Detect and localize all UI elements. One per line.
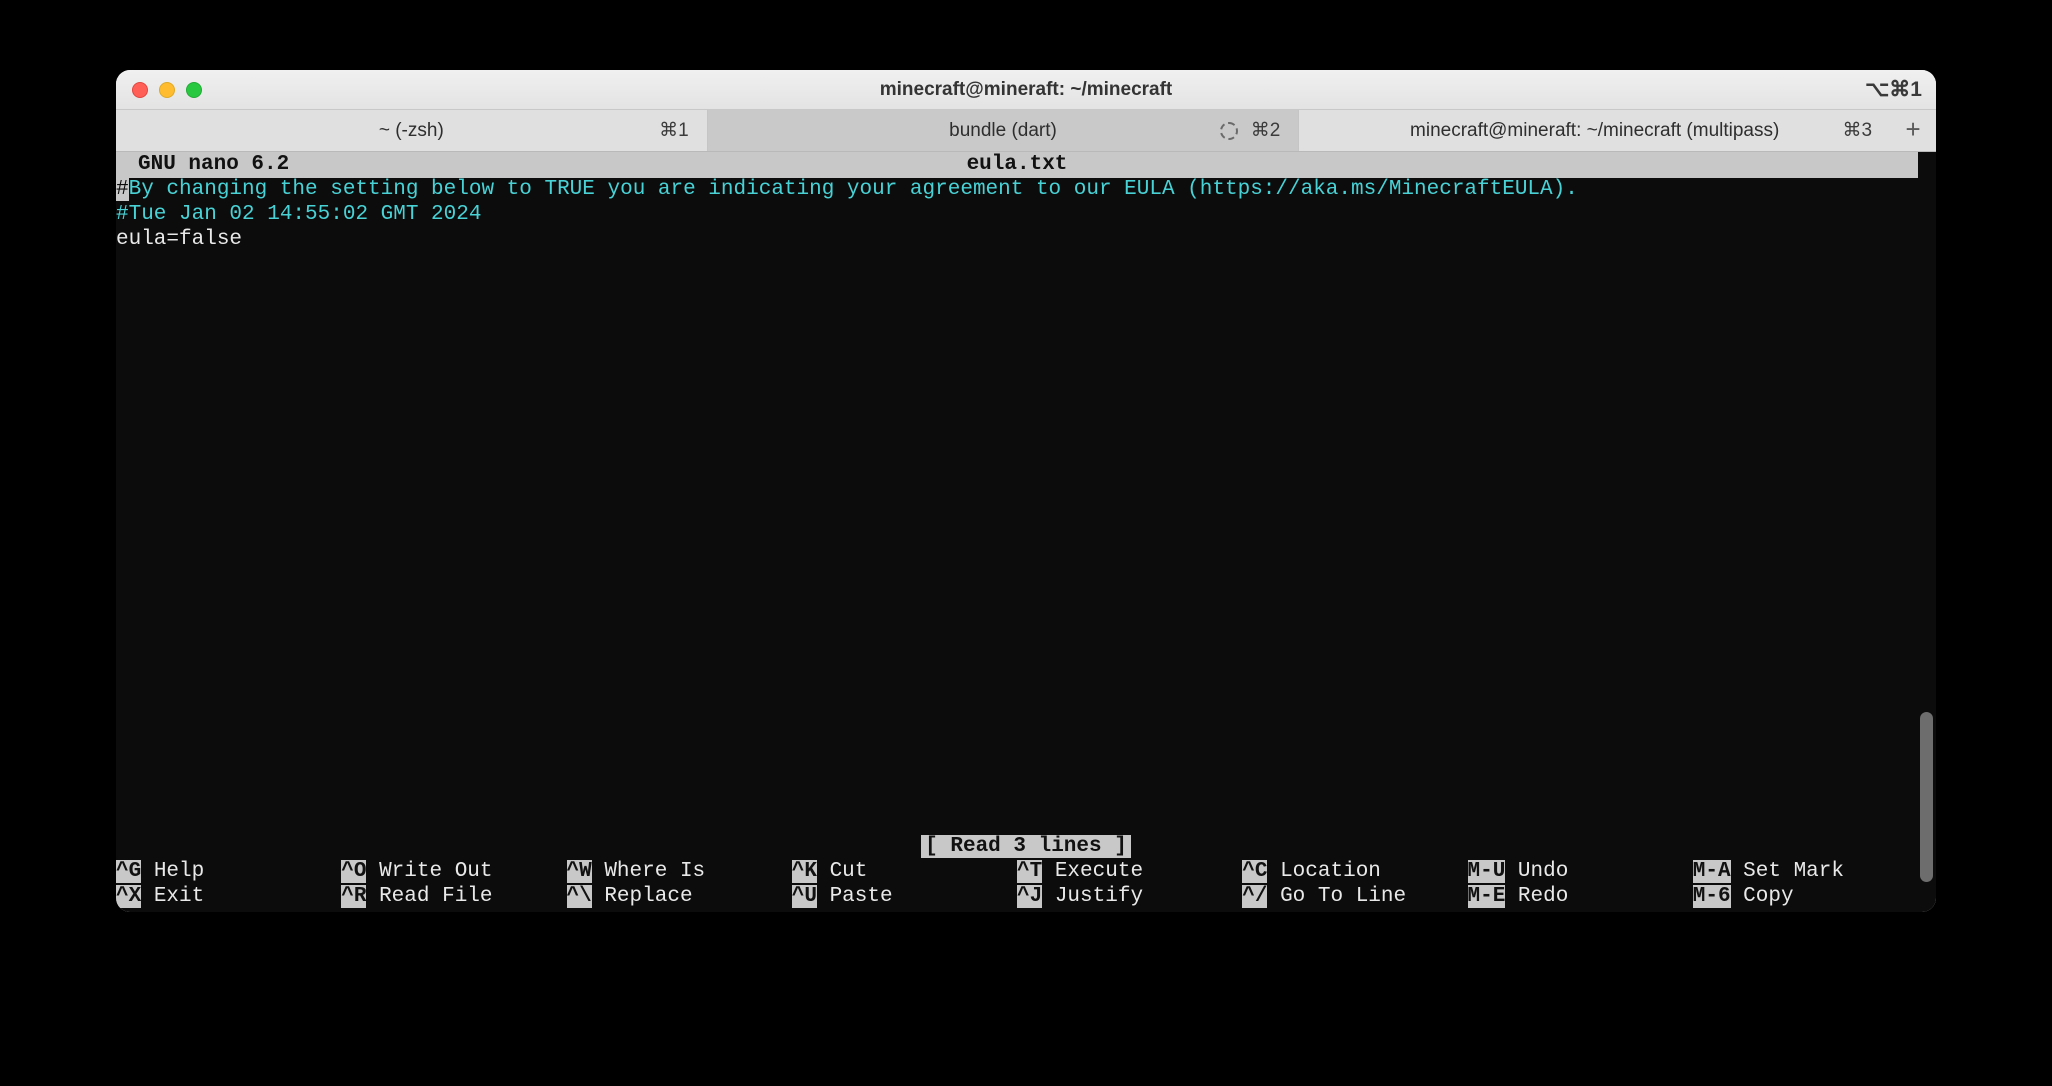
terminal-window: minecraft@mineraft: ~/minecraft ⌥⌘1 ~ (-… xyxy=(116,70,1936,912)
tab-label: ~ (-zsh) xyxy=(379,120,444,142)
sc-exit: ^X Exit xyxy=(116,885,341,910)
nano-titlebar: GNU nano 6.2 eula.txt xyxy=(116,152,1918,178)
file-line-3: eula=false xyxy=(116,228,242,251)
nano-buffer[interactable]: #By changing the setting below to TRUE y… xyxy=(116,178,1936,252)
sc-redo: M-E Redo xyxy=(1468,885,1693,910)
window-title: minecraft@mineraft: ~/minecraft xyxy=(116,79,1936,101)
sc-whereis: ^W Where Is xyxy=(567,860,792,885)
tab-bundle[interactable]: bundle (dart) ⌘2 xyxy=(708,110,1300,151)
scrollbar[interactable] xyxy=(1920,712,1933,882)
file-line-2: #Tue Jan 02 14:55:02 GMT 2024 xyxy=(116,203,481,226)
tab-minecraft[interactable]: minecraft@mineraft: ~/minecraft (multipa… xyxy=(1299,110,1890,151)
nano-filename: eula.txt xyxy=(116,153,1918,178)
tab-label: bundle (dart) xyxy=(949,120,1057,142)
sc-copy: M-6 Copy xyxy=(1693,885,1918,910)
file-line-1: By changing the setting below to TRUE yo… xyxy=(129,178,1578,201)
sc-readfile: ^R Read File xyxy=(341,885,566,910)
tab-shortcut: ⌘2 xyxy=(1251,119,1281,142)
new-tab-button[interactable]: + xyxy=(1890,110,1936,151)
sc-paste: ^U Paste xyxy=(792,885,1017,910)
sc-setmark: M-A Set Mark xyxy=(1693,860,1918,885)
terminal-viewport[interactable]: GNU nano 6.2 eula.txt #By changing the s… xyxy=(116,152,1936,912)
sc-replace: ^\ Replace xyxy=(567,885,792,910)
sc-execute: ^T Execute xyxy=(1017,860,1242,885)
window-shortcut: ⌥⌘1 xyxy=(1865,77,1922,102)
sc-gotoline: ^/ Go To Line xyxy=(1242,885,1467,910)
spinner-icon xyxy=(1220,122,1238,140)
sc-cut: ^K Cut xyxy=(792,860,1017,885)
tab-shortcut: ⌘1 xyxy=(659,119,689,142)
titlebar[interactable]: minecraft@mineraft: ~/minecraft ⌥⌘1 xyxy=(116,70,1936,110)
sc-undo: M-U Undo xyxy=(1468,860,1693,885)
sc-justify: ^J Justify xyxy=(1017,885,1242,910)
nano-shortcuts: ^G Help ^O Write Out ^W Where Is ^K Cut … xyxy=(116,860,1918,912)
status-text: [ Read 3 lines ] xyxy=(921,835,1131,858)
tab-bar: ~ (-zsh) ⌘1 bundle (dart) ⌘2 minecraft@m… xyxy=(116,110,1936,152)
cursor: # xyxy=(116,178,129,201)
nano-status: [ Read 3 lines ] xyxy=(116,835,1936,860)
tab-shortcut: ⌘3 xyxy=(1842,119,1872,142)
sc-writeout: ^O Write Out xyxy=(341,860,566,885)
sc-help: ^G Help xyxy=(116,860,341,885)
tab-zsh[interactable]: ~ (-zsh) ⌘1 xyxy=(116,110,708,151)
sc-location: ^C Location xyxy=(1242,860,1467,885)
tab-label: minecraft@mineraft: ~/minecraft (multipa… xyxy=(1410,120,1779,142)
